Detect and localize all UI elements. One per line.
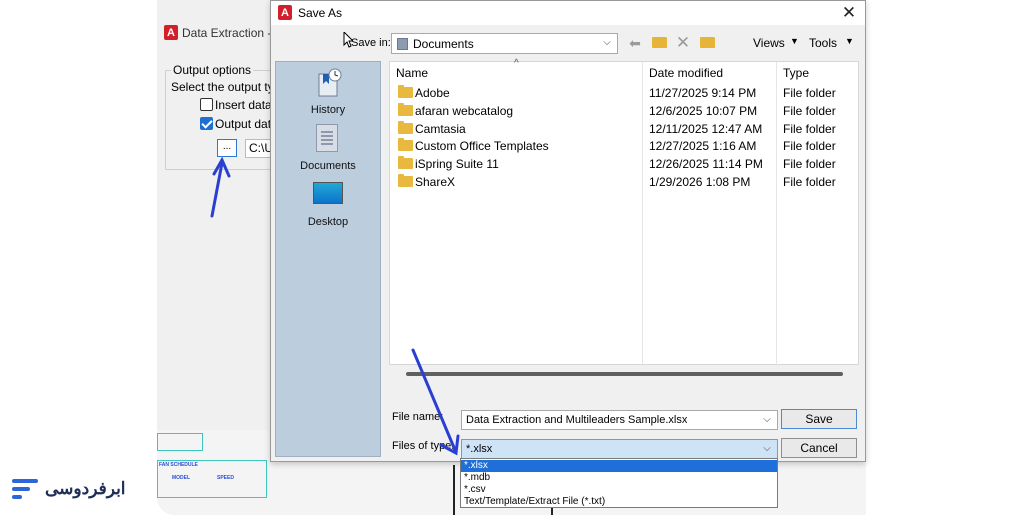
folder-icon (398, 121, 413, 134)
place-desktop-label: Desktop (307, 216, 349, 228)
place-documents-label: Documents (300, 160, 356, 172)
files-of-type-label: Files of type: (392, 440, 455, 452)
browse-button[interactable]: ... (217, 139, 237, 157)
file-date: 12/6/2025 10:07 PM (649, 104, 758, 118)
file-row[interactable]: Camtasia 12/11/2025 12:47 AM File folder (390, 120, 858, 138)
save-in-label: Save in: (351, 37, 391, 49)
place-history[interactable]: History (276, 62, 380, 118)
column-header-type[interactable]: Type (783, 62, 809, 86)
file-type: File folder (783, 122, 836, 136)
file-date: 1/29/2026 1:08 PM (649, 175, 751, 189)
autocad-logo-icon: A (278, 5, 292, 20)
views-dropdown-icon[interactable]: ▼ (790, 36, 799, 46)
data-extraction-titlebar: A Data Extraction - ( (157, 0, 279, 40)
tools-menu[interactable]: Tools (809, 36, 837, 50)
delete-icon[interactable]: ✕ (674, 34, 692, 52)
history-icon (318, 68, 342, 97)
file-row[interactable]: ShareX 1/29/2026 1:08 PM File folder (390, 173, 858, 191)
file-name-label: File name: (392, 411, 444, 423)
save-in-dropdown[interactable]: Documents ⌵ (391, 33, 618, 54)
place-history-label: History (310, 104, 346, 116)
views-menu[interactable]: Views (753, 36, 785, 50)
file-row[interactable]: afaran webcatalog 12/6/2025 10:07 PM Fil… (390, 102, 858, 120)
file-type-option[interactable]: *.mdb (461, 472, 777, 484)
files-of-type-value: *.xlsx (466, 443, 493, 455)
file-list: Name ^ Date modified Type Adobe 11/27/20… (389, 58, 859, 366)
save-in-value: Documents (413, 37, 474, 51)
up-one-level-icon[interactable] (650, 34, 668, 52)
chevron-down-icon: ⌵ (763, 414, 771, 425)
file-type: File folder (783, 104, 836, 118)
save-as-dialog: A Save As ✕ Save in: Documents ⌵ ⬅ ✕ Vie… (270, 0, 866, 462)
desktop-icon (313, 182, 343, 204)
save-button[interactable]: Save (781, 409, 857, 429)
file-type-options-list: *.xlsx *.mdb *.csv Text/Template/Extract… (460, 458, 778, 508)
files-of-type-dropdown[interactable]: *.xlsx ⌵ (461, 439, 778, 459)
brand-logo: ابرفردوسی (12, 475, 132, 505)
brand-name: ابرفردوسی (45, 479, 126, 498)
cad-table-col-2: SPEED (217, 475, 234, 481)
file-name: iSpring Suite 11 (415, 157, 499, 171)
file-type: File folder (783, 86, 836, 100)
data-extraction-title: Data Extraction - ( (182, 26, 279, 40)
insert-data-checkbox[interactable] (200, 98, 213, 111)
output-data-label: Output data (215, 117, 278, 131)
file-name: ShareX (415, 175, 456, 189)
documents-folder-icon (397, 38, 408, 50)
file-type-option[interactable]: *.xlsx (461, 460, 777, 472)
file-type: File folder (783, 139, 836, 153)
cancel-button[interactable]: Cancel (781, 438, 857, 458)
cad-table-small (157, 433, 203, 451)
back-arrow-icon[interactable]: ⬅ (626, 34, 644, 52)
save-as-title: Save As (298, 6, 343, 20)
output-options-label: Output options (171, 63, 254, 77)
place-documents[interactable]: Documents (276, 118, 380, 174)
file-type-option[interactable]: *.csv (461, 484, 777, 496)
file-name: Custom Office Templates (415, 139, 549, 153)
save-as-titlebar: A Save As ✕ (271, 1, 865, 25)
file-type: File folder (783, 175, 836, 189)
file-name-input[interactable]: Data Extraction and Multileaders Sample.… (461, 410, 778, 430)
column-header-date[interactable]: Date modified (649, 62, 723, 86)
file-date: 12/27/2025 1:16 AM (649, 139, 757, 153)
column-header-name[interactable]: Name (396, 62, 428, 86)
documents-icon (316, 124, 338, 152)
file-row[interactable]: Custom Office Templates 12/27/2025 1:16 … (390, 137, 858, 155)
cad-table-title: FAN SCHEDULE (159, 462, 198, 468)
file-name: Camtasia (415, 122, 466, 136)
text-cursor-icon (343, 32, 353, 48)
file-name: afaran webcatalog (415, 104, 514, 118)
file-type: File folder (783, 157, 836, 171)
folder-icon (398, 85, 413, 98)
close-icon[interactable]: ✕ (839, 3, 859, 23)
file-row[interactable]: iSpring Suite 11 12/26/2025 11:14 PM Fil… (390, 155, 858, 173)
file-name-value: Data Extraction and Multileaders Sample.… (466, 414, 688, 426)
brand-icon (12, 477, 38, 501)
new-folder-icon[interactable] (698, 34, 716, 52)
chevron-down-icon: ⌵ (603, 37, 611, 48)
chevron-down-icon: ⌵ (763, 443, 771, 454)
output-data-checkbox[interactable] (200, 117, 213, 130)
file-date: 12/26/2025 11:14 PM (649, 157, 763, 171)
sort-ascending-icon: ^ (514, 58, 519, 69)
cad-line (453, 465, 455, 515)
cad-table-col-1: MODEL (172, 475, 191, 481)
file-date: 11/27/2025 9:14 PM (649, 86, 757, 100)
horizontal-scrollbar[interactable] (406, 372, 843, 376)
autocad-logo-icon: A (164, 25, 178, 40)
folder-icon (398, 174, 413, 187)
place-desktop[interactable]: Desktop (276, 174, 380, 230)
folder-icon (398, 103, 413, 116)
folder-icon (398, 138, 413, 151)
file-date: 12/11/2025 12:47 AM (649, 122, 763, 136)
file-row[interactable]: Adobe 11/27/2025 9:14 PM File folder (390, 84, 858, 102)
tools-dropdown-icon[interactable]: ▼ (845, 36, 854, 46)
places-sidebar: History Documents Desktop (275, 61, 381, 457)
file-name: Adobe (415, 86, 450, 100)
folder-icon (398, 156, 413, 169)
file-type-option[interactable]: Text/Template/Extract File (*.txt) (461, 496, 777, 508)
